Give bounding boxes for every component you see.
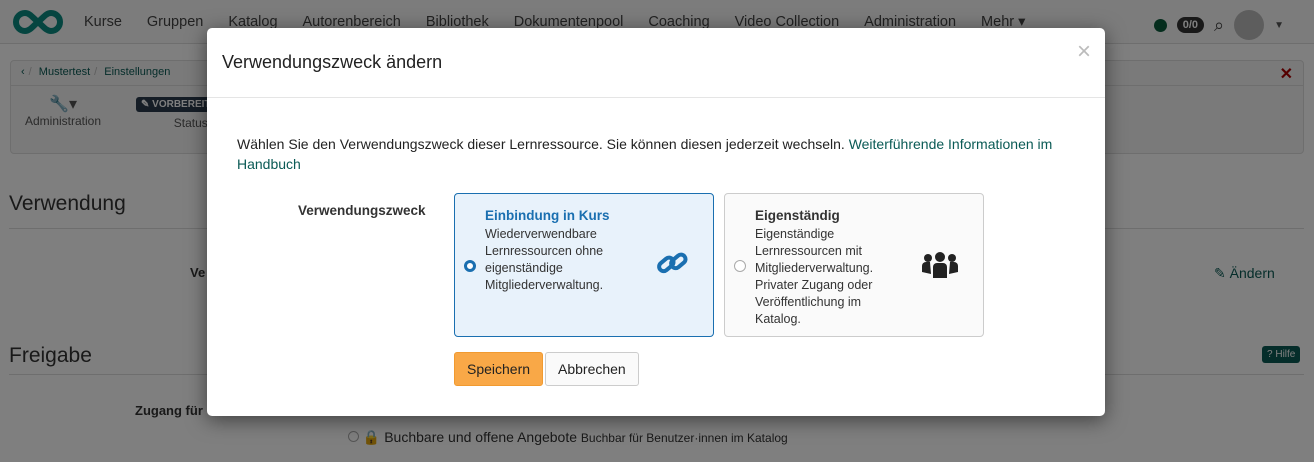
option-description: Wiederverwendbare Lernressourcen ohne ei… — [485, 227, 604, 292]
link-icon — [657, 252, 688, 274]
option-title: Einbindung in Kurs — [485, 208, 610, 223]
close-icon[interactable]: × — [1077, 38, 1091, 66]
dialog-title: Verwendungszweck ändern — [222, 52, 443, 72]
option-standalone[interactable]: Eigenständig Eigenständige Lernressource… — [724, 193, 984, 337]
purpose-label: Verwendungszweck — [298, 203, 426, 218]
radio-button[interactable] — [734, 260, 746, 272]
dialog-intro: Wählen Sie den Verwendungszweck dieser L… — [237, 136, 1053, 172]
option-course-integration[interactable]: Einbindung in Kurs Wiederverwendbare Ler… — [454, 193, 714, 337]
option-description: Eigenständige Lernressourcen mit Mitglie… — [755, 227, 874, 326]
cancel-button[interactable]: Abbrechen — [545, 352, 639, 386]
save-button[interactable]: Speichern — [454, 352, 544, 386]
group-icon — [922, 252, 958, 278]
radio-button[interactable] — [464, 260, 476, 272]
change-purpose-dialog: Verwendungszweck ändern × Wählen Sie den… — [207, 28, 1105, 416]
option-title: Eigenständig — [755, 208, 840, 223]
